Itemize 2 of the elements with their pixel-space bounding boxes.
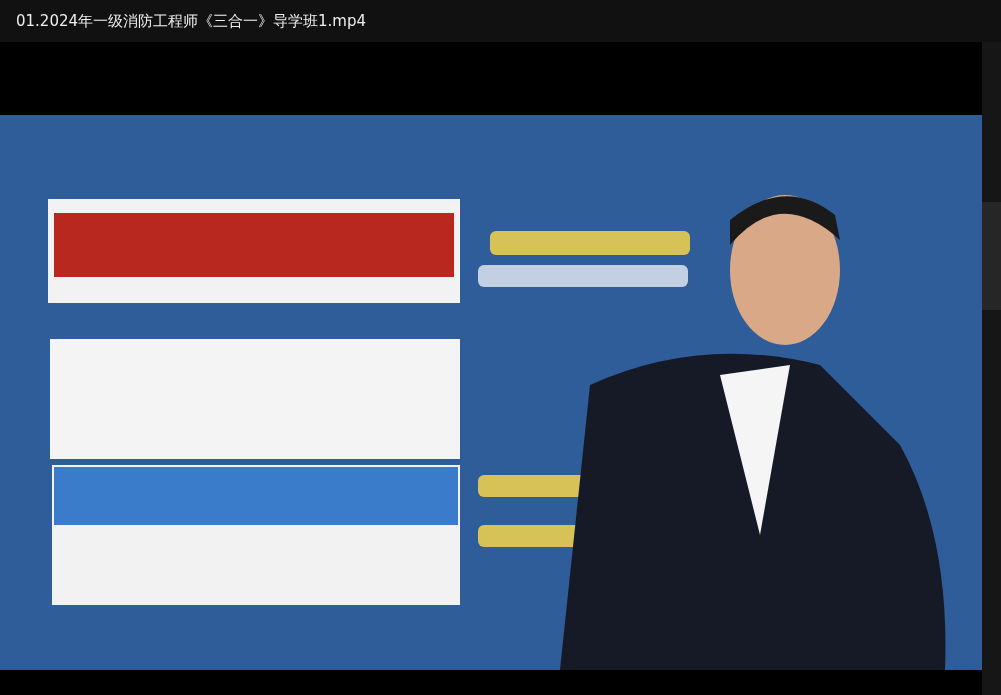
- scrollbar-thumb[interactable]: [982, 202, 1001, 310]
- window-title: 01.2024年一级消防工程师《三合一》导学班1.mp4: [16, 10, 367, 32]
